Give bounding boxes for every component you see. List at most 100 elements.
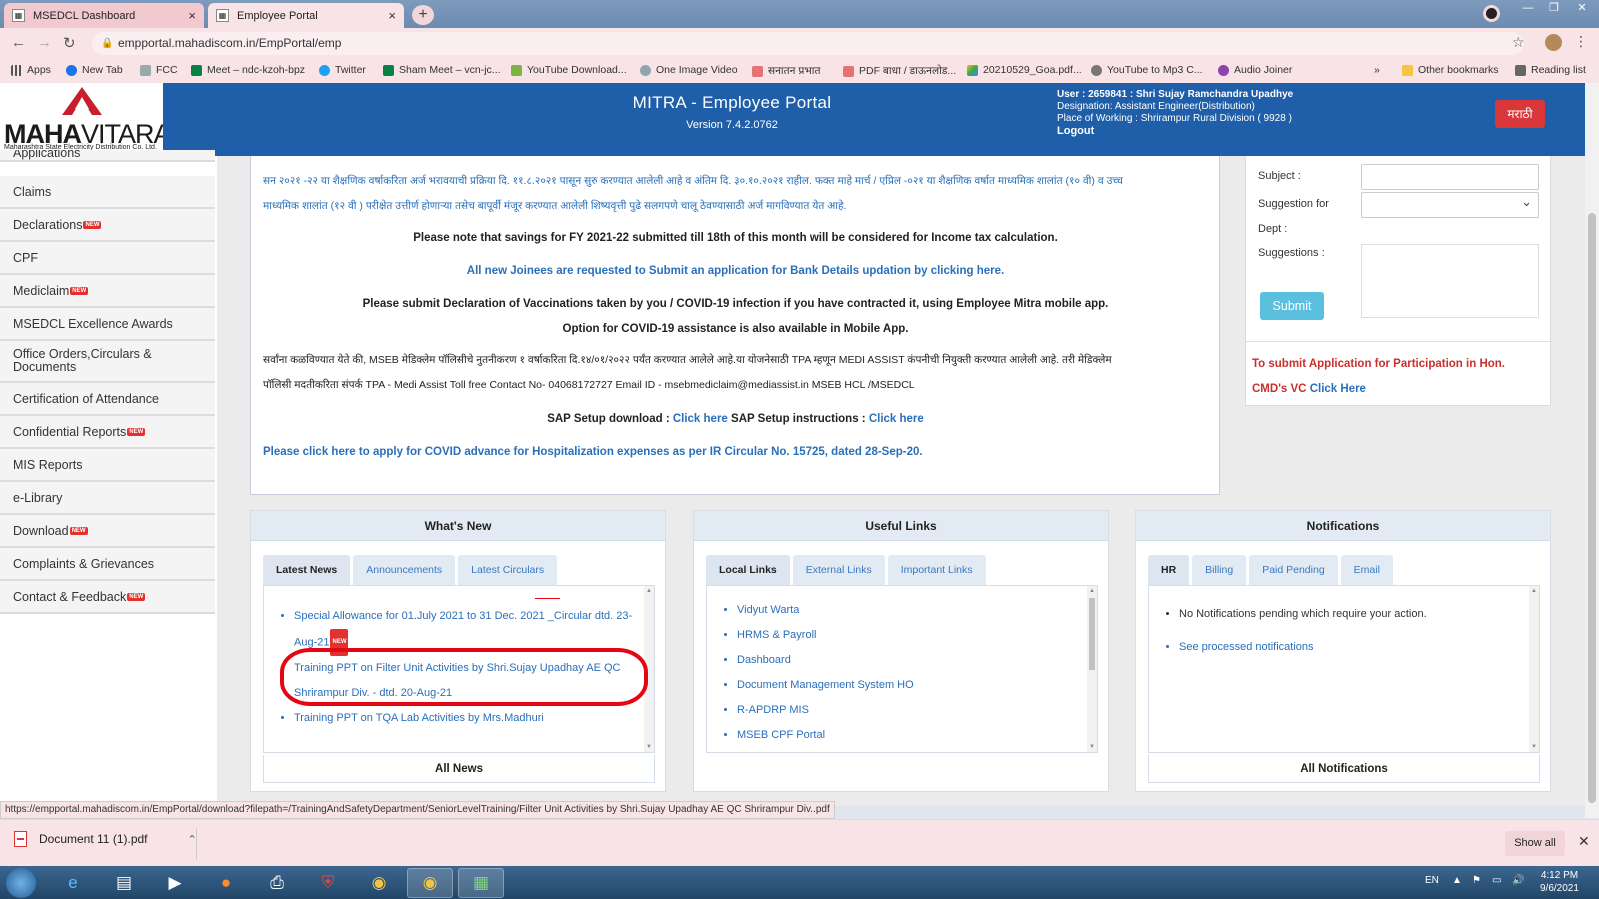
scrollbar-thumb[interactable] (1588, 213, 1596, 803)
media-player-icon[interactable]: ▶ (152, 868, 198, 898)
language-indicator[interactable]: EN (1425, 875, 1439, 886)
excel-icon[interactable]: ▦ (458, 868, 504, 898)
security-app-icon[interactable]: ⛨ (305, 868, 351, 898)
list-item[interactable]: Vidyut Warta (737, 598, 1077, 623)
sidebar-item-confidential-reports[interactable]: Confidential Reports NEW (0, 416, 215, 449)
volume-icon[interactable]: 🔊 (1512, 875, 1524, 886)
all-notifications-link[interactable]: All Notifications (1148, 755, 1540, 783)
scroll-up-icon[interactable]: ▲ (1089, 588, 1095, 594)
sidebar-item-office-orders[interactable]: Office Orders,Circulars & Documents (0, 341, 215, 383)
close-tab-icon[interactable]: × (188, 8, 196, 23)
url-bar[interactable]: 🔒 empportal.mahadiscom.in/EmpPortal/emp (92, 32, 1524, 55)
browser-menu-icon[interactable]: ⋮ (1574, 33, 1588, 50)
bookmark-sham-meet[interactable]: Sham Meet – vcn-jc... (383, 64, 501, 76)
sidebar-item-claims[interactable]: Claims (0, 176, 215, 209)
scroll-down-icon[interactable]: ▼ (1089, 744, 1095, 750)
covid-advance-link[interactable]: Please click here to apply for COVID adv… (263, 446, 1208, 458)
system-clock[interactable]: 4:12 PM 9/6/2021 (1540, 869, 1579, 895)
tab-local-links[interactable]: Local Links (706, 555, 790, 585)
list-item[interactable]: Document Management System HO (737, 673, 1077, 698)
sidebar-item-download[interactable]: Download NEW (0, 515, 215, 548)
minimize-icon[interactable]: — (1514, 0, 1542, 18)
profile-avatar[interactable] (1545, 34, 1562, 51)
tab-latest-circulars[interactable]: Latest Circulars (458, 555, 558, 585)
sap-download-link[interactable]: Click here (673, 413, 728, 425)
list-item[interactable]: MSEB CPF Portal (737, 723, 1077, 748)
sidebar-item-mis-reports[interactable]: MIS Reports (0, 449, 215, 482)
sidebar-item-complaints[interactable]: Complaints & Grievances (0, 548, 215, 581)
firefox-icon[interactable]: ● (203, 868, 249, 898)
list-item[interactable]: R-APDRP MIS (737, 698, 1077, 723)
scholarship-notice[interactable]: सन २०२१ -२२ या शैक्षणिक वर्षाकरिता अर्ज … (263, 169, 1208, 219)
scroll-down-icon[interactable]: ▼ (646, 744, 652, 750)
bookmark-apps[interactable]: Apps (11, 64, 51, 76)
scroll-down-icon[interactable]: ▼ (1531, 744, 1537, 750)
reload-icon[interactable]: ↻ (63, 34, 76, 52)
bookmark-star-icon[interactable]: ☆ (1512, 34, 1525, 51)
bookmark-goa-pdf[interactable]: 20210529_Goa.pdf... (967, 64, 1082, 76)
tab-billing[interactable]: Billing (1192, 555, 1247, 585)
maximize-icon[interactable]: ❐ (1540, 0, 1568, 18)
list-item[interactable]: Training PPT on TQA Lab Activities by Mr… (294, 706, 634, 731)
sap-instructions-link[interactable]: Click here (869, 413, 924, 425)
sidebar-item-cpf[interactable]: CPF (0, 242, 215, 275)
sidebar-item-mediclaim[interactable]: Mediclaim NEW (0, 275, 215, 308)
file-explorer-icon[interactable]: ▤ (101, 868, 147, 898)
sidebar-item-contact-feedback[interactable]: Contact & Feedback NEW (0, 581, 215, 614)
sidebar-item-certification[interactable]: Certification of Attendance (0, 383, 215, 416)
list-item[interactable]: Dashboard (737, 648, 1077, 673)
sidebar-item-excellence-awards[interactable]: MSEDCL Excellence Awards (0, 308, 215, 341)
tab-email[interactable]: Email (1340, 555, 1393, 585)
submit-button[interactable]: Submit (1260, 292, 1324, 320)
suggestions-textarea[interactable] (1361, 244, 1539, 318)
bookmark-fcc[interactable]: FCC (140, 64, 178, 76)
subject-input[interactable] (1361, 164, 1539, 190)
scroll-up-icon[interactable]: ▲ (1531, 588, 1537, 594)
links-scrollbar[interactable]: ▲ ▼ (1087, 586, 1097, 752)
chrome-active-icon[interactable]: ◉ (407, 868, 453, 898)
tab-important-links[interactable]: Important Links (887, 555, 986, 585)
bookmark-one-image-video[interactable]: One Image Video (640, 64, 738, 76)
bookmarks-overflow-icon[interactable]: » (1374, 64, 1380, 76)
tray-expand-icon[interactable]: ▲ (1452, 875, 1462, 886)
chrome-icon[interactable]: ◉ (356, 868, 402, 898)
browser-tab-employee-portal[interactable]: ▦ Employee Portal × (208, 3, 404, 28)
marathi-language-button[interactable]: मराठी (1495, 100, 1545, 128)
forward-arrow-icon[interactable]: → (37, 34, 52, 51)
bookmark-audio-joiner[interactable]: Audio Joiner (1218, 64, 1292, 76)
close-icon[interactable]: ✕ (1578, 833, 1590, 850)
tab-paid-pending[interactable]: Paid Pending (1249, 555, 1338, 585)
bookmark-meet[interactable]: Meet – ndc-kzoh-bpz (191, 64, 305, 76)
dept-select[interactable] (1361, 192, 1539, 218)
start-button[interactable] (6, 868, 36, 898)
window-close-icon[interactable]: ✕ (1568, 0, 1596, 18)
notifications-scrollbar[interactable]: ▲ ▼ (1529, 586, 1539, 752)
browser-tab-msedcl-dashboard[interactable]: ▦ MSEDCL Dashboard × (4, 3, 204, 28)
bank-details-link[interactable]: All new Joinees are requested to Submit … (263, 265, 1208, 277)
show-all-button[interactable]: Show all (1505, 831, 1565, 856)
list-item[interactable]: See processed notifications (1179, 631, 1519, 664)
back-arrow-icon[interactable]: ← (11, 34, 26, 51)
mahavitaran-logo[interactable]: MAHAVITARAN Maharashtra State Electricit… (0, 83, 190, 156)
scroll-up-icon[interactable]: ▲ (646, 588, 652, 594)
reading-list[interactable]: Reading list (1515, 64, 1586, 76)
bookmark-twitter[interactable]: Twitter (319, 64, 366, 76)
tab-hr[interactable]: HR (1148, 555, 1190, 585)
bookmark-youtube-download[interactable]: YouTube Download... (511, 64, 627, 76)
record-icon[interactable] (1483, 5, 1500, 22)
bookmark-pdf[interactable]: PDF बाधा / डाऊनलोड... (843, 64, 956, 78)
scrollbar-thumb[interactable] (1089, 598, 1095, 670)
internet-explorer-icon[interactable]: e (50, 868, 96, 898)
download-item[interactable]: Document 11 (1).pdf ⌃ (14, 831, 197, 847)
network-icon[interactable]: ▭ (1492, 875, 1501, 886)
sidebar-item-e-library[interactable]: e-Library (0, 482, 215, 515)
page-scrollbar[interactable] (1585, 83, 1599, 818)
sidebar-item-declarations[interactable]: Declarations NEW (0, 209, 215, 242)
bookmark-new-tab[interactable]: New Tab (66, 64, 123, 76)
other-bookmarks[interactable]: Other bookmarks (1402, 64, 1499, 76)
close-tab-icon[interactable]: × (388, 8, 396, 23)
printer-icon[interactable]: ⎙ (254, 868, 300, 898)
action-center-icon[interactable]: ⚑ (1472, 875, 1481, 886)
bookmark-sanatan[interactable]: सनातन प्रभात (752, 64, 820, 78)
tab-announcements[interactable]: Announcements (353, 555, 456, 585)
